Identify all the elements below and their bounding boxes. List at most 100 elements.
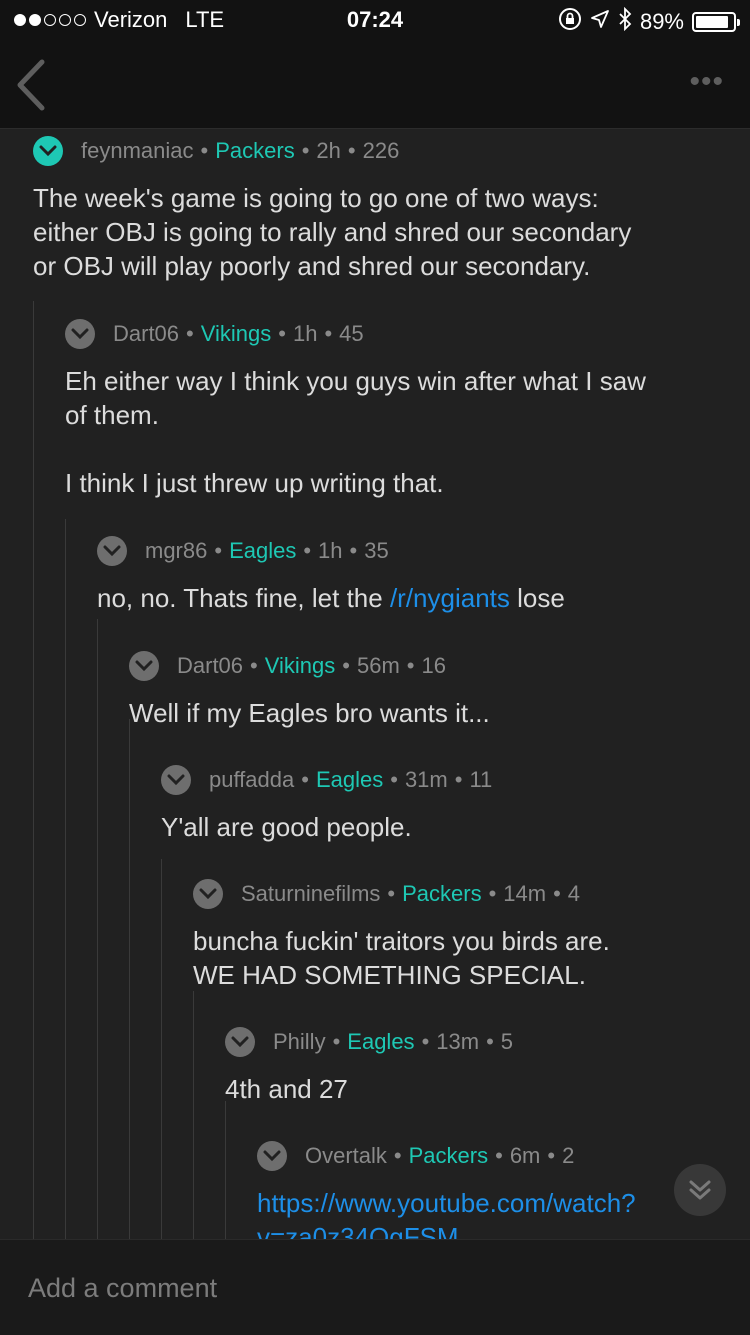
comment-meta: Overtalk • Packers • 6m • 2 bbox=[257, 1140, 750, 1172]
chevron-down-icon bbox=[103, 545, 121, 557]
upvote-button[interactable] bbox=[97, 536, 127, 566]
chevron-down-icon bbox=[39, 145, 57, 157]
comment-text-line: or OBJ will play poorly and shred our se… bbox=[33, 251, 591, 281]
user-flair: Packers bbox=[402, 881, 482, 906]
comment: mgr86 • Eagles • 1h • 35 no, no. Thats fine… bbox=[97, 535, 750, 615]
comment-body: Eh either way I think you guys win after… bbox=[65, 364, 750, 500]
upvote-button[interactable] bbox=[65, 319, 95, 349]
rotation-lock-icon bbox=[558, 7, 582, 37]
comment-score: 16 bbox=[421, 653, 446, 678]
comment-meta: Dart06 • Vikings • 56m • 16 bbox=[129, 650, 750, 682]
battery-icon bbox=[692, 12, 740, 32]
comment-meta: mgr86 • Eagles • 1h • 35 bbox=[97, 535, 750, 567]
comment-meta: puffadda • Eagles • 31m • 11 bbox=[161, 764, 750, 796]
upvote-button[interactable] bbox=[257, 1141, 287, 1171]
subreddit-link[interactable]: /r/nygiants bbox=[390, 583, 510, 613]
bluetooth-icon bbox=[618, 6, 632, 37]
comment-body: Well if my Eagles bro wants it... bbox=[129, 696, 750, 730]
thread-line bbox=[161, 859, 162, 1239]
comment-text-line: Eh either way I think you guys win after… bbox=[65, 366, 646, 396]
chevron-down-icon bbox=[167, 774, 185, 786]
comment-author[interactable]: Overtalk bbox=[305, 1143, 387, 1169]
comment-score: 2 bbox=[562, 1143, 575, 1168]
battery-percent: 89% bbox=[639, 9, 684, 34]
comment-author[interactable]: mgr86 bbox=[145, 538, 207, 564]
comment-author[interactable]: Saturninefilms bbox=[241, 881, 380, 907]
status-bar: Verizon LTE 07:24 89% bbox=[0, 0, 750, 40]
comment-meta: Philly • Eagles • 13m • 5 bbox=[225, 1026, 750, 1058]
upvote-button[interactable] bbox=[129, 651, 159, 681]
upvote-button[interactable] bbox=[161, 765, 191, 795]
more-options-button[interactable]: ••• bbox=[689, 67, 724, 97]
user-flair: Eagles bbox=[229, 538, 297, 563]
comment-body: The week's game is going to go one of tw… bbox=[33, 181, 750, 283]
comment-score: 4 bbox=[567, 881, 581, 906]
user-flair: Packers bbox=[408, 1143, 489, 1168]
comment-score: 5 bbox=[500, 1029, 514, 1054]
comment-meta: Dart06 • Vikings • 1h • 45 bbox=[65, 318, 750, 350]
location-icon bbox=[590, 9, 610, 35]
comment: Dart06 • Vikings • 56m • 16 Well if my Eagl… bbox=[129, 650, 750, 730]
comment-text-line: WE HAD SOMETHING SPECIAL. bbox=[193, 960, 586, 990]
comment-author[interactable]: feynmaniac bbox=[81, 138, 194, 164]
add-comment-input[interactable]: Add a comment bbox=[28, 1273, 217, 1304]
comment: puffadda • Eagles • 31m • 11 Y'all are good… bbox=[161, 764, 750, 844]
user-flair: Vikings bbox=[200, 321, 272, 346]
comment-age: 1h bbox=[318, 538, 343, 563]
comment-text: lose bbox=[509, 583, 565, 613]
upvote-button[interactable] bbox=[33, 136, 63, 166]
comment-author[interactable]: puffadda bbox=[209, 767, 294, 793]
comment-age: 14m bbox=[503, 881, 547, 906]
comment-age: 31m bbox=[404, 767, 448, 792]
comment-age: 6m bbox=[509, 1143, 541, 1168]
next-comment-button[interactable] bbox=[674, 1164, 726, 1216]
comment: Dart06 • Vikings • 1h • 45 Eh either way I … bbox=[65, 318, 750, 500]
thread-line bbox=[129, 719, 130, 1239]
comment-body: no, no. Thats fine, let the /r/nygiants … bbox=[97, 581, 750, 615]
chevron-down-icon bbox=[231, 1036, 249, 1048]
back-button[interactable] bbox=[14, 56, 64, 116]
comment-text-line bbox=[65, 432, 750, 466]
comment-body: Y'all are good people. bbox=[161, 810, 750, 844]
chevron-down-icon bbox=[263, 1150, 281, 1162]
upvote-button[interactable] bbox=[225, 1027, 255, 1057]
thread-line bbox=[193, 991, 194, 1239]
comment-body: 4th and 27 bbox=[225, 1072, 750, 1106]
comment-age: 1h bbox=[292, 321, 318, 346]
chevron-left-icon bbox=[17, 59, 45, 111]
comment-text: no, no. Thats fine, let the bbox=[97, 583, 390, 613]
comment-text-line: Well if my Eagles bro wants it... bbox=[129, 698, 490, 728]
youtube-link[interactable]: v=za0z34OgFSM bbox=[257, 1220, 750, 1239]
comment-score: 35 bbox=[364, 538, 389, 563]
user-flair: Eagles bbox=[315, 767, 384, 792]
comment-thread: feynmaniac • Packers • 2h • 226 The week's … bbox=[0, 129, 750, 1239]
comment: feynmaniac • Packers • 2h • 226 The week's … bbox=[33, 135, 750, 283]
comment-text-line: 4th and 27 bbox=[225, 1074, 348, 1104]
comment-text-line: either OBJ is going to rally and shred o… bbox=[33, 217, 632, 247]
comment: Saturninefilms • Packers • 14m • 4 buncha f… bbox=[193, 878, 750, 992]
thread-line bbox=[33, 301, 34, 1239]
comment-age: 13m bbox=[436, 1029, 480, 1054]
chevron-down-icon bbox=[199, 888, 217, 900]
comment-author[interactable]: Philly bbox=[273, 1029, 326, 1055]
comment-score: 11 bbox=[469, 767, 493, 792]
comment-text-line: Y'all are good people. bbox=[161, 812, 412, 842]
comment-author[interactable]: Dart06 bbox=[177, 653, 243, 679]
comment-author[interactable]: Dart06 bbox=[113, 321, 179, 347]
upvote-button[interactable] bbox=[193, 879, 223, 909]
comment-body: buncha fuckin' traitors you birds are. W… bbox=[193, 924, 750, 992]
comment-text-line: of them. bbox=[65, 400, 159, 430]
comment-text-line: buncha fuckin' traitors you birds are. bbox=[193, 926, 610, 956]
comment: Philly • Eagles • 13m • 5 4th and 27 bbox=[225, 1026, 750, 1106]
chevron-down-icon bbox=[71, 328, 89, 340]
comment-score: 226 bbox=[362, 138, 400, 163]
user-flair: Packers bbox=[215, 138, 295, 163]
comment-score: 45 bbox=[339, 321, 364, 346]
comment-meta: Saturninefilms • Packers • 14m • 4 bbox=[193, 878, 750, 910]
comment-age: 2h bbox=[316, 138, 341, 163]
double-chevron-down-icon bbox=[689, 1180, 711, 1200]
comment-composer[interactable]: Add a comment bbox=[0, 1239, 750, 1335]
nav-bar: ••• bbox=[0, 40, 750, 129]
user-flair: Eagles bbox=[347, 1029, 415, 1054]
comment-age: 56m bbox=[356, 653, 400, 678]
